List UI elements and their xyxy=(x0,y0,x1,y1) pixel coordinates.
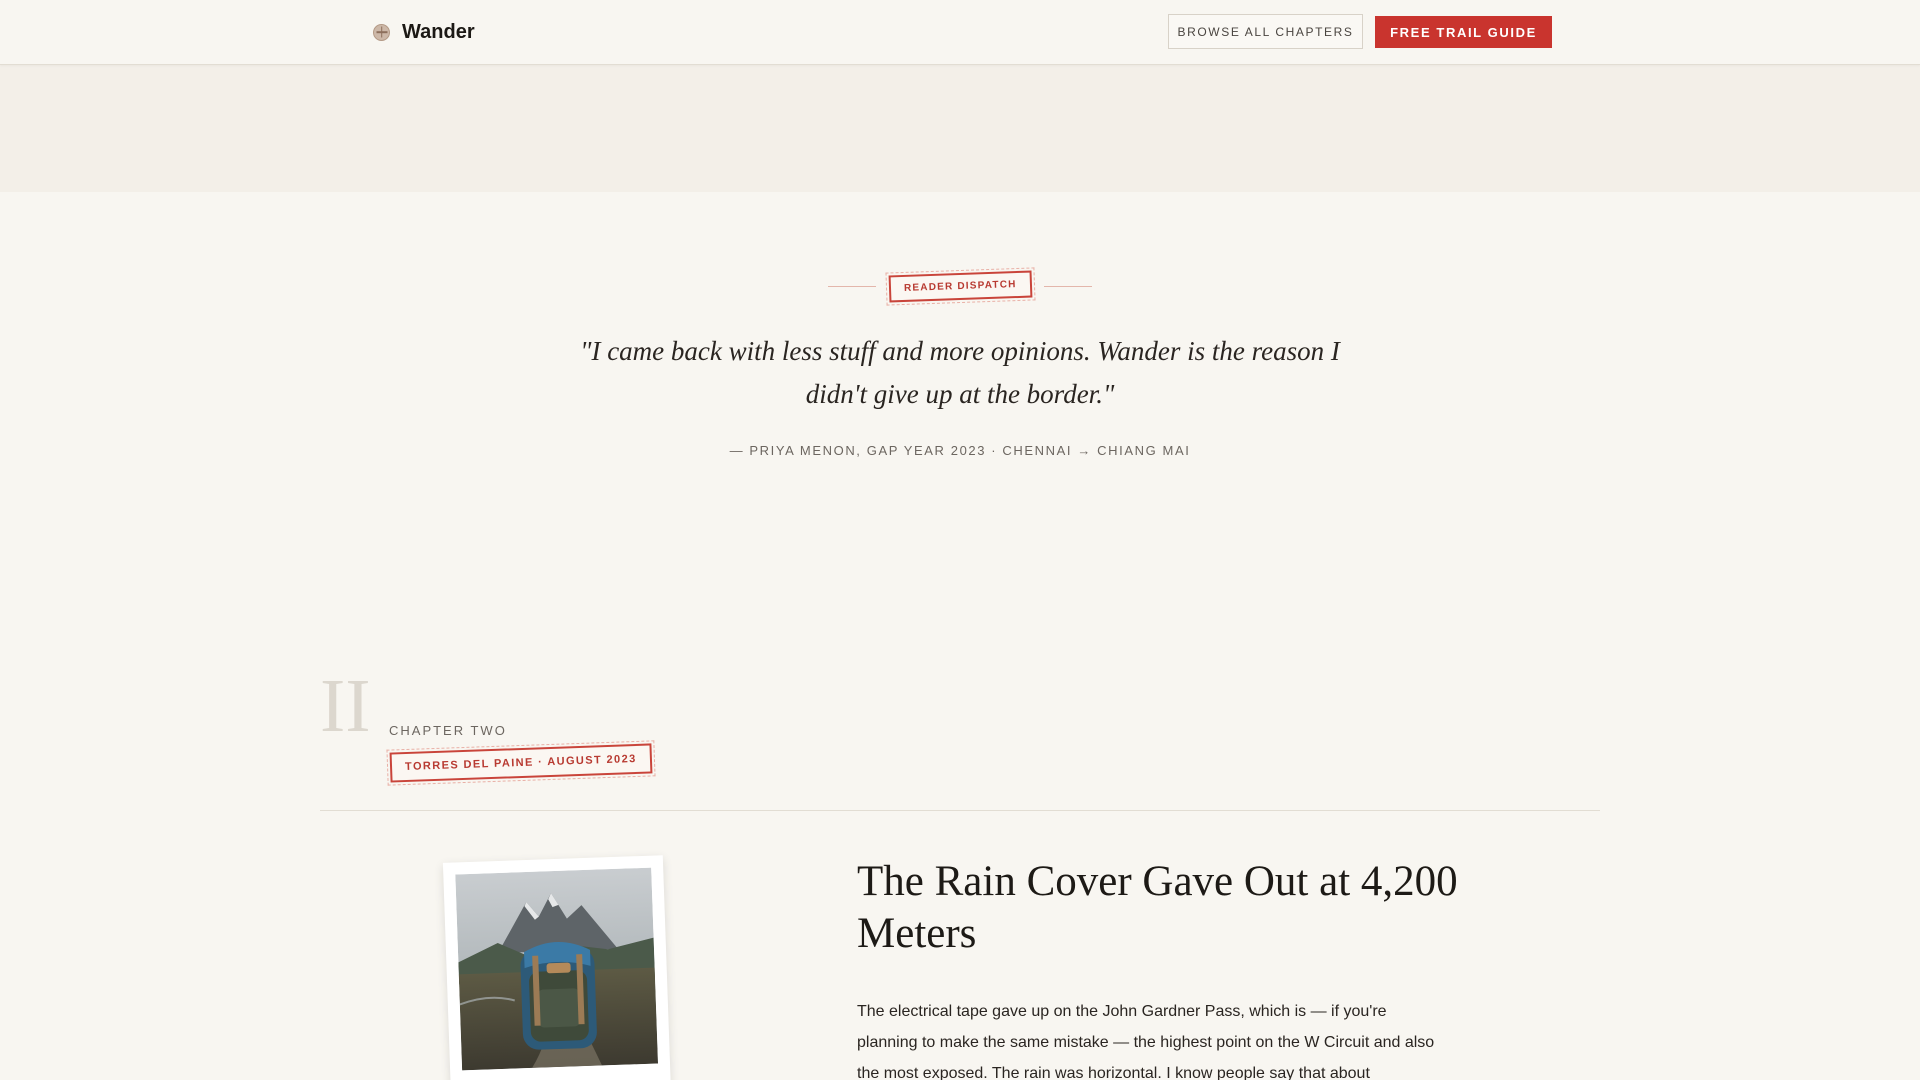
stamp-row: READER DISPATCH xyxy=(828,266,1092,306)
brand-name: Wander xyxy=(402,20,475,43)
brand-logo[interactable]: Wander xyxy=(373,20,475,44)
reader-dispatch-stamp: READER DISPATCH xyxy=(885,266,1035,306)
article-title: The Rain Cover Gave Out at 4,200 Meters xyxy=(857,858,1458,957)
divider-left xyxy=(828,285,876,287)
polaroid-caption xyxy=(462,1070,658,1077)
chapter-divider xyxy=(320,810,1600,811)
backpack-mountains-image xyxy=(455,867,659,1071)
site-header: Wander BROWSE ALL CHAPTERS FREE TRAIL GU… xyxy=(0,0,1920,65)
compass-icon xyxy=(373,23,390,41)
free-trail-guide-button[interactable]: FREE TRAIL GUIDE xyxy=(1375,16,1552,48)
polaroid-photo xyxy=(442,855,672,1080)
chapter-label: CHAPTER TWO xyxy=(389,723,507,738)
divider-right xyxy=(1043,285,1092,287)
chapter-location-stamp: TORRES DEL PAINE · AUGUST 2023 xyxy=(386,739,656,787)
chapter-numeral: II xyxy=(320,664,371,748)
article-body: The electrical tape gave up on the John … xyxy=(857,1003,1435,1080)
browse-chapters-button[interactable]: BROWSE ALL CHAPTERS xyxy=(1168,14,1363,49)
testimonial-attribution: — PRIYA MENON, GAP YEAR 2023 · CHENNAI →… xyxy=(729,443,1191,458)
testimonial-quote: "I came back with less stuff and more op… xyxy=(580,336,1340,409)
